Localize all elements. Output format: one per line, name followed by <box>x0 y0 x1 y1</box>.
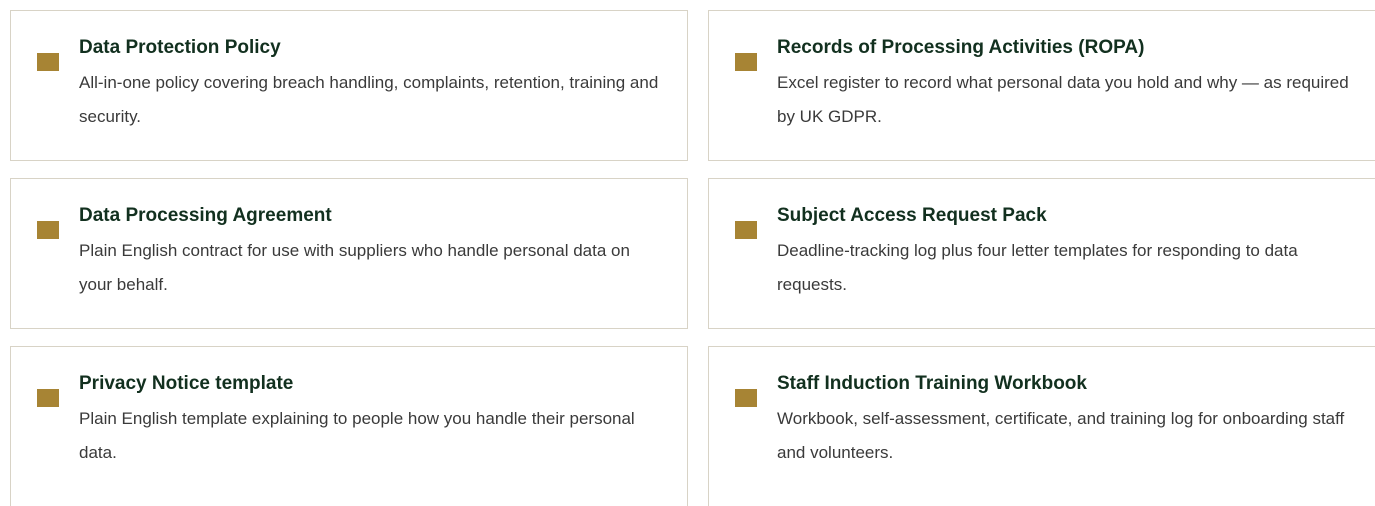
square-bullet-icon <box>735 221 757 239</box>
card-title[interactable]: Privacy Notice template <box>79 373 293 395</box>
square-bullet-icon <box>735 389 757 407</box>
card-description: Excel register to record what personal d… <box>777 73 1349 126</box>
square-bullet-icon <box>37 389 59 407</box>
square-bullet-icon <box>735 53 757 71</box>
card-data-processing-agreement[interactable]: Data Processing Agreement Plain English … <box>10 178 688 329</box>
card-title[interactable]: Subject Access Request Pack <box>777 205 1047 227</box>
card-data-protection-policy[interactable]: Data Protection Policy All-in-one policy… <box>10 10 688 161</box>
square-bullet-icon <box>37 221 59 239</box>
card-title[interactable]: Data Processing Agreement <box>79 205 332 227</box>
card-subject-access-request-pack[interactable]: Subject Access Request Pack Deadline-tra… <box>708 178 1375 329</box>
card-staff-induction-training-workbook[interactable]: Staff Induction Training Workbook Workbo… <box>708 346 1375 506</box>
card-ropa[interactable]: Records of Processing Activities (ROPA) … <box>708 10 1375 161</box>
card-title[interactable]: Data Protection Policy <box>79 37 281 59</box>
card-description: Deadline-tracking log plus four letter t… <box>777 241 1298 294</box>
card-description: Plain English template explaining to peo… <box>79 409 635 462</box>
square-bullet-icon <box>37 53 59 71</box>
card-description: All-in-one policy covering breach handli… <box>79 73 659 126</box>
card-title[interactable]: Records of Processing Activities (ROPA) <box>777 37 1144 59</box>
card-description: Workbook, self-assessment, certificate, … <box>777 409 1345 462</box>
card-title[interactable]: Staff Induction Training Workbook <box>777 373 1087 395</box>
card-description: Plain English contract for use with supp… <box>79 241 630 294</box>
card-privacy-notice-template[interactable]: Privacy Notice template Plain English te… <box>10 346 688 506</box>
resource-card-grid: Data Protection Policy All-in-one policy… <box>10 10 1375 506</box>
